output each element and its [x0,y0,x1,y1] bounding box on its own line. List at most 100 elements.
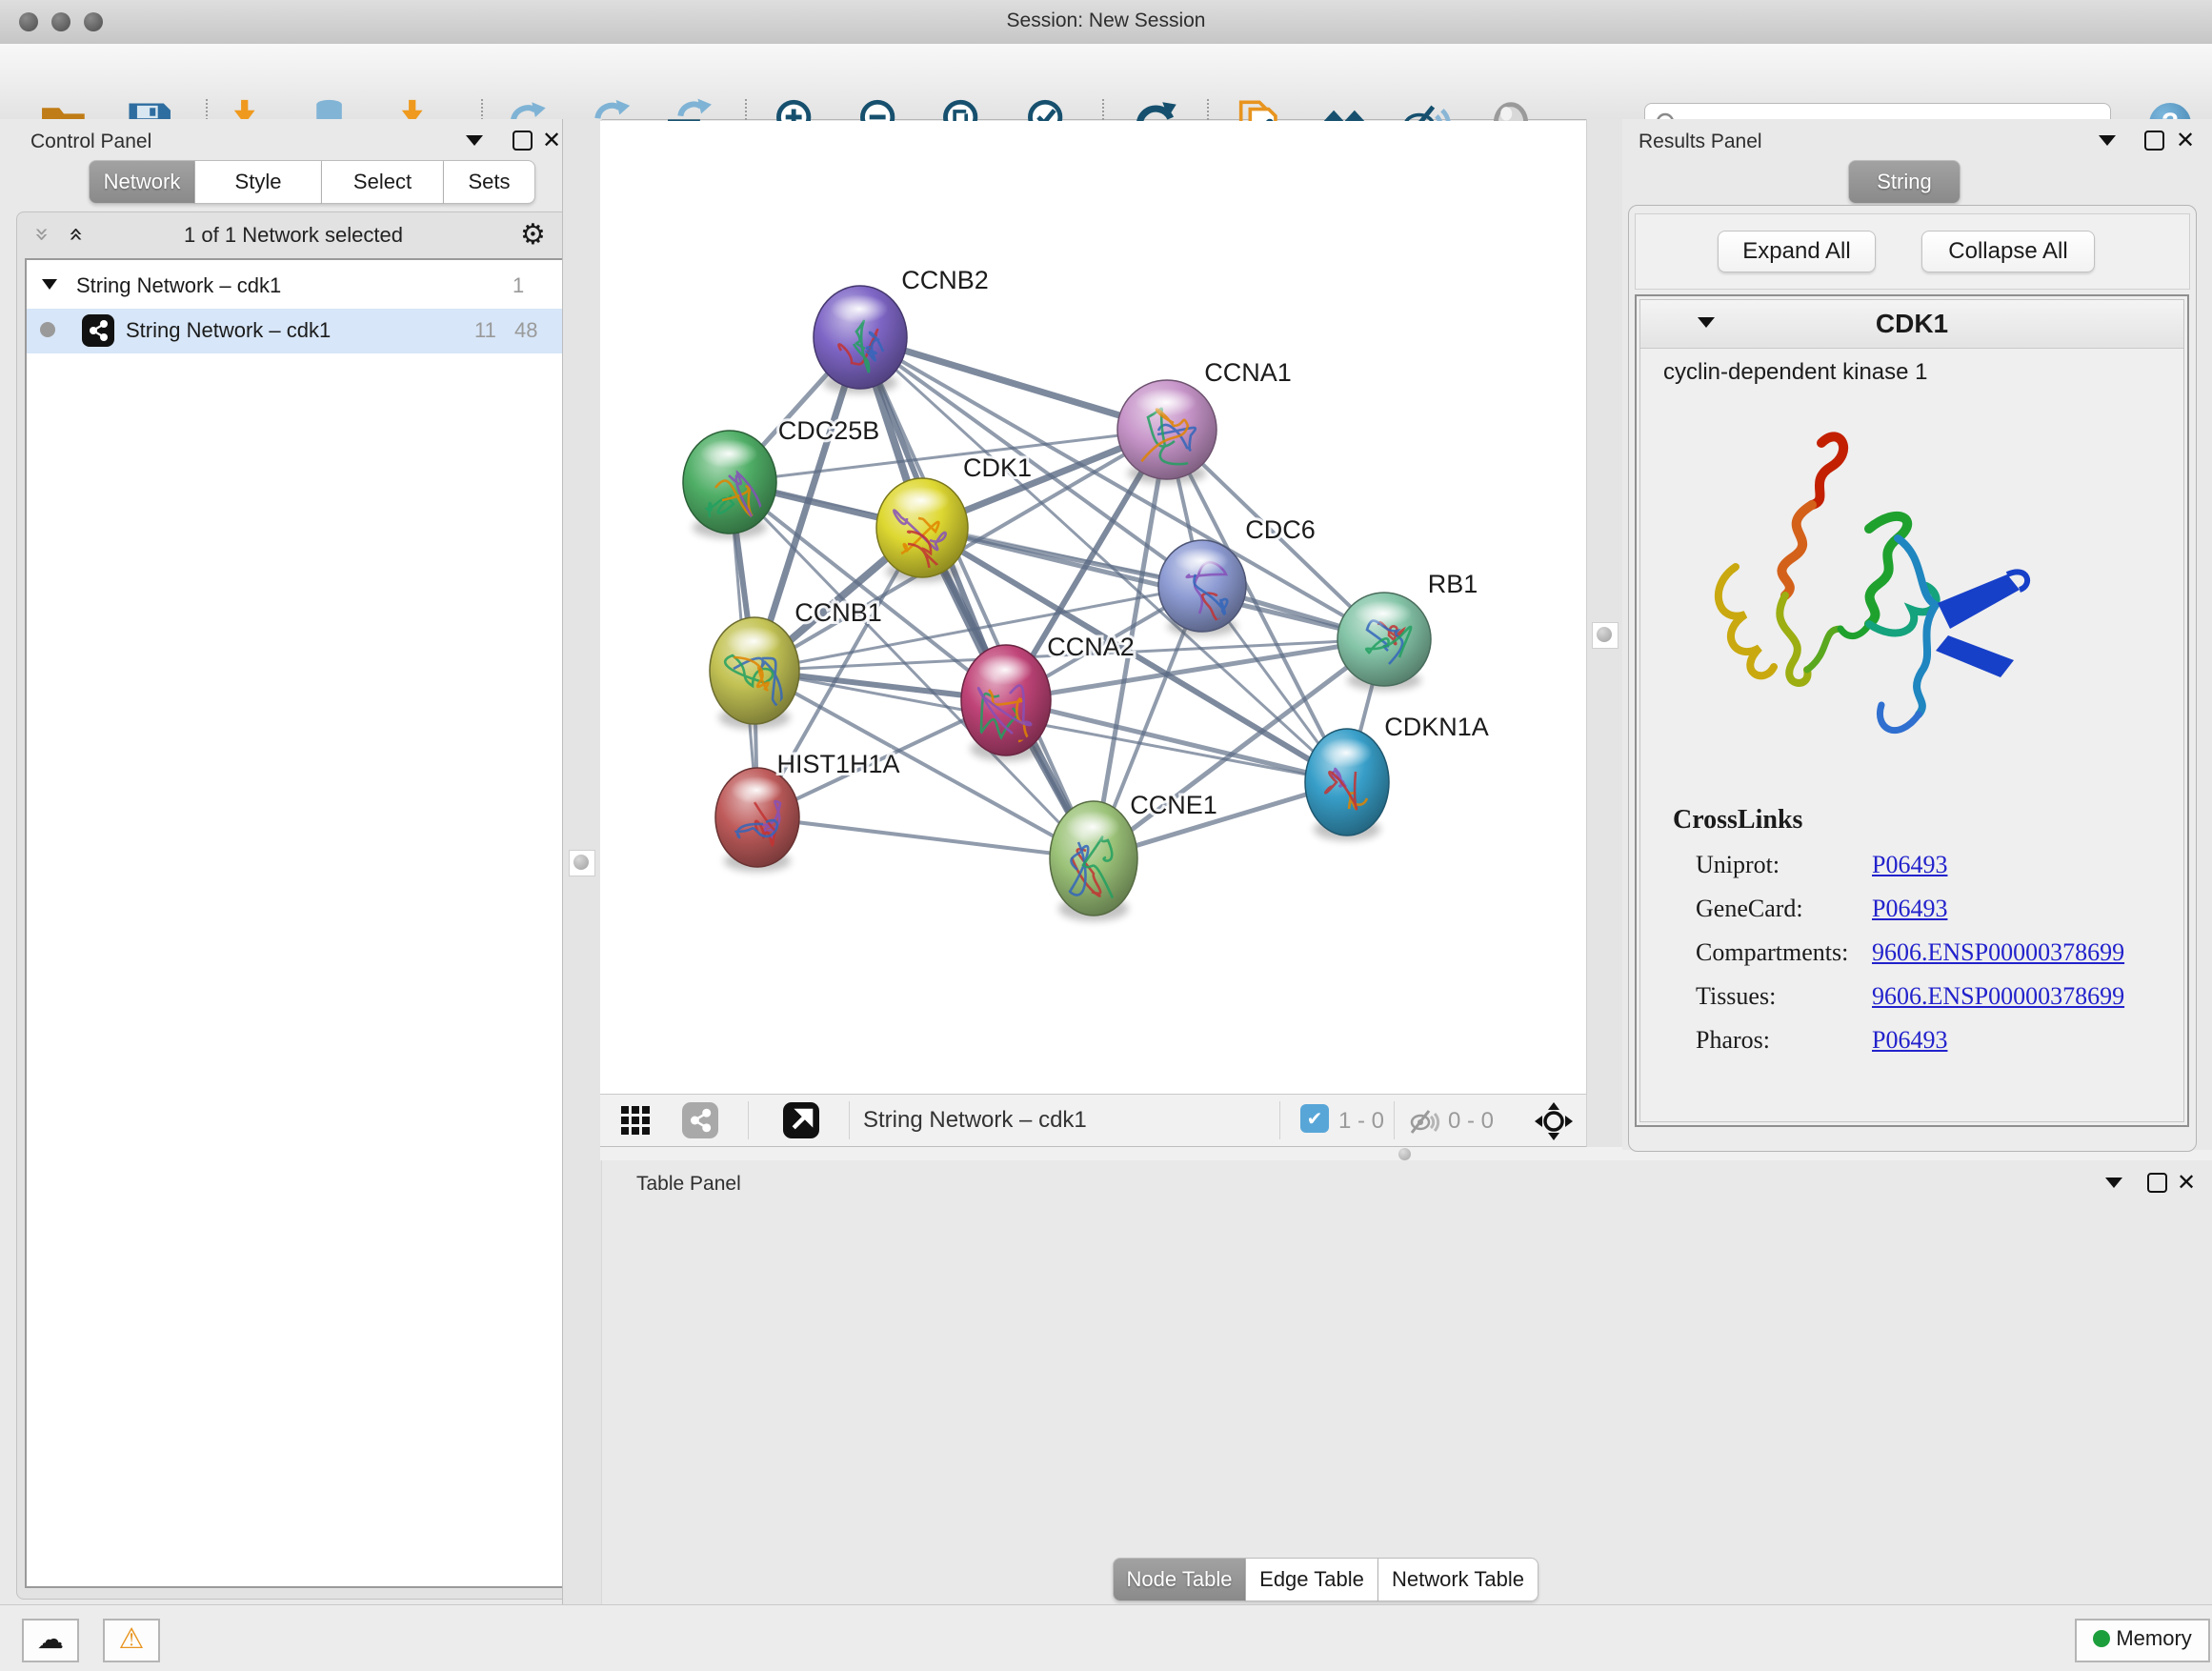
right-splitter-handle[interactable] [1592,622,1619,649]
panel-close-icon[interactable]: ✕ [542,131,561,150]
panel-collapse-icon[interactable] [2105,1178,2122,1188]
node-label-CDK1: CDK1 [963,453,1032,482]
crosslink-row: Tissues:9606.ENSP00000378699 [1696,982,2172,1026]
crosshair-icon[interactable] [1534,1101,1574,1141]
collapse-all-button[interactable]: Collapse All [1921,231,2095,272]
crosslinks-heading: CrossLinks [1673,805,1802,836]
node-label-CCNE1: CCNE1 [1130,791,1217,819]
results-panel: Results Panel ✕ String Expand All Collap… [1622,119,2212,1150]
protein-structure-image [1679,414,2060,776]
network-node-CCNB1[interactable] [710,617,799,730]
tab-network[interactable]: Network [89,160,195,204]
toolbar-separator [748,1101,749,1139]
table-tabs: Node TableEdge TableNetwork Table [1113,1558,1538,1601]
string-results-container: Expand All Collapse All CDK1 cyclin-depe… [1628,205,2197,1152]
tab-select[interactable]: Select [322,160,444,204]
control-panel-title: Control Panel [30,131,151,153]
gear-icon[interactable]: ⚙ [520,218,546,252]
node-label-CDKN1A: CDKN1A [1384,713,1489,741]
network-edge[interactable] [757,817,1094,858]
left-splitter[interactable] [562,119,602,1604]
results-panel-title: Results Panel [1639,131,1762,153]
node-label-HIST1H1A: HIST1H1A [776,750,899,778]
panel-float-icon[interactable] [2144,131,2164,151]
network-node-CCNB2[interactable] [814,286,907,393]
network-node-CDC25B[interactable] [683,431,776,538]
node-label-CCNB2: CCNB2 [901,266,989,294]
titlebar: Session: New Session [0,0,2212,45]
share-icon[interactable] [682,1102,718,1138]
selected-counts: 1 - 0 [1338,1108,1384,1135]
network-edge-count: 48 [514,318,537,343]
crosslink-link[interactable]: P06493 [1872,895,1947,922]
toolbar-separator [1279,1101,1280,1139]
network-list-container: » « 1 of 1 Network selected ⚙ String Net… [16,211,571,1600]
results-button-bar: Expand All Collapse All [1635,213,2190,290]
toolbar-separator [849,1101,850,1139]
network-node-CDK1[interactable] [876,478,968,582]
memory-button[interactable]: Memory [2075,1619,2210,1662]
crosslink-row: Uniprot:P06493 [1696,851,2172,895]
panel-float-icon[interactable] [2147,1173,2167,1193]
network-list: String Network – cdk1 1 String Network –… [25,258,564,1588]
network-node-CDKN1A[interactable] [1305,729,1389,841]
network-row-selected[interactable]: String Network – cdk1 11 48 [27,309,562,353]
node-label-CCNA2: CCNA2 [1047,633,1135,661]
network-node-CCNA2[interactable] [961,645,1051,761]
tab-edge-table[interactable]: Edge Table [1246,1558,1378,1601]
crosslink-label: Pharos: [1696,1026,1872,1055]
collection-expand-icon[interactable] [42,279,57,290]
network-node-CCNA1[interactable] [1117,380,1217,484]
network-node-count: 11 [474,318,496,343]
toolbar-separator [1394,1101,1395,1139]
panel-close-icon[interactable]: ✕ [2177,1173,2196,1192]
network-canvas[interactable]: CCNB2CCNA1CDC25BCDK1CDC6RB1CCNB1CCNA2CDK… [600,121,1586,1094]
network-status-dot [40,322,55,337]
panel-close-icon[interactable]: ✕ [2176,131,2195,150]
horizontal-splitter-handle[interactable] [1398,1148,1411,1160]
selected-checkbox[interactable]: ✔ [1300,1104,1329,1133]
tab-node-table[interactable]: Node Table [1113,1558,1246,1601]
crosslink-link[interactable]: P06493 [1872,1026,1947,1054]
right-splitter[interactable] [1586,119,1623,1150]
string-network-graph[interactable]: CCNB2CCNA1CDC25BCDK1CDC6RB1CCNB1CCNA2CDK… [600,121,1586,1094]
network-edge[interactable] [922,528,1384,639]
cytoscape-window: Session: New Session [0,0,2212,1671]
expand-all-button[interactable]: Expand All [1718,231,1876,272]
left-splitter-handle[interactable] [569,850,595,876]
tab-sets[interactable]: Sets [444,160,535,204]
panel-float-icon[interactable] [513,131,533,151]
crosslink-label: Tissues: [1696,982,1872,1011]
crosslink-link[interactable]: 9606.ENSP00000378699 [1872,982,2124,1010]
node-label-CCNB1: CCNB1 [794,598,882,627]
birdseye-grid-icon[interactable] [621,1106,650,1135]
tab-string[interactable]: String [1848,160,1961,204]
panel-collapse-icon[interactable] [466,135,483,146]
crosslink-link[interactable]: 9606.ENSP00000378699 [1872,938,2124,966]
string-network-icon [82,314,114,347]
crosslink-link[interactable]: P06493 [1872,851,1947,878]
gene-description: cyclin-dependent kinase 1 [1663,359,1928,386]
network-node-CCNE1[interactable] [1050,801,1137,921]
gene-header[interactable]: CDK1 [1640,300,2183,349]
main-toolbar: ? [0,44,2212,120]
network-node-CDC6[interactable] [1158,540,1246,636]
memory-label: Memory [2116,1626,2191,1650]
panel-collapse-icon[interactable] [2099,135,2116,146]
network-view-toolbar: String Network – cdk1 ✔ 1 - 0 0 - 0 [600,1094,1586,1147]
network-edge[interactable] [860,337,1094,858]
results-panel-tabs: String [1848,160,1961,204]
network-collection-row[interactable]: String Network – cdk1 1 [27,264,562,309]
network-node-RB1[interactable] [1337,593,1431,691]
hidden-eye-icon[interactable] [1408,1105,1440,1136]
network-view-title: String Network – cdk1 [863,1107,1087,1134]
tab-network-table[interactable]: Network Table [1378,1558,1538,1601]
hidden-counts: 0 - 0 [1448,1108,1494,1135]
cloud-icon[interactable]: ☁ [22,1619,79,1662]
tab-style[interactable]: Style [195,160,322,204]
open-in-window-icon[interactable] [783,1102,819,1138]
crosslink-row: GeneCard:P06493 [1696,895,2172,938]
crosslink-label: Uniprot: [1696,851,1872,879]
network-node-HIST1H1A[interactable] [715,768,799,872]
warning-icon[interactable]: ⚠ [103,1619,160,1662]
